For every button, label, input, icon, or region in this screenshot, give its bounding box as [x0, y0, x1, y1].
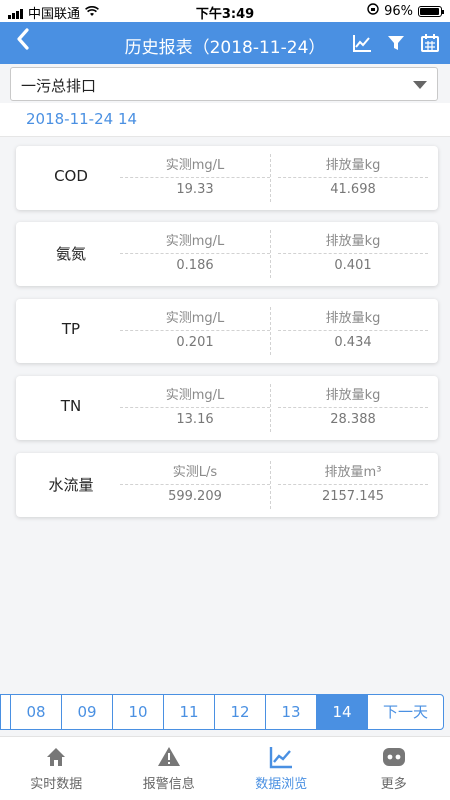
dashed-rule: [278, 330, 428, 331]
column-divider: [270, 307, 271, 355]
battery-icon: [418, 5, 444, 17]
date-row: 2018-11-24 14: [0, 103, 450, 137]
emission-label: 排放量kg: [325, 311, 381, 326]
emission-value: 2157.145: [321, 489, 385, 504]
metric-card: COD 实测mg/L 19.33 排放量kg 41.698: [16, 146, 438, 210]
filter-icon[interactable]: [386, 33, 406, 53]
pager-hour[interactable]: 09: [62, 695, 113, 729]
home-icon: [44, 745, 68, 769]
tab-realtime-data[interactable]: 实时数据: [0, 737, 113, 800]
outlet-select[interactable]: 一污总排口: [10, 67, 438, 101]
tab-label: 更多: [380, 777, 407, 792]
emission-value: 0.434: [334, 335, 372, 350]
tab-label: 报警信息: [142, 777, 195, 792]
pager-hour[interactable]: 10: [113, 695, 164, 729]
battery-fill: [420, 7, 440, 15]
tab-label: 数据浏览: [255, 777, 308, 792]
pager-hour[interactable]: 12: [215, 695, 266, 729]
trend-chart-icon[interactable]: [352, 33, 372, 53]
pager-hour[interactable]: 08: [11, 695, 62, 729]
emission-label: 排放量kg: [325, 158, 381, 173]
measured-value: 599.209: [168, 489, 222, 504]
measured-value: 0.186: [176, 258, 214, 273]
metric-name: TP: [61, 320, 81, 338]
measured-column: 实测L/s 599.209: [120, 461, 270, 509]
metric-name: TN: [60, 397, 82, 415]
pager-hour[interactable]: 11: [164, 695, 215, 729]
metric-name: 氨氮: [55, 245, 86, 263]
dashed-rule: [278, 407, 428, 408]
measured-label: 实测mg/L: [165, 234, 225, 249]
warning-icon: [157, 745, 181, 769]
tab-data-browse[interactable]: 数据浏览: [225, 737, 338, 800]
rotation-lock-icon: [367, 3, 379, 19]
emission-column: 排放量kg 28.388: [278, 384, 428, 432]
dashed-rule: [120, 330, 270, 331]
emission-column: 排放量kg 0.401: [278, 230, 428, 278]
dashed-rule: [120, 177, 270, 178]
battery-percent: 96%: [384, 3, 413, 19]
column-divider: [270, 154, 271, 202]
dashed-rule: [120, 253, 270, 254]
tab-alarm-info[interactable]: 报警信息: [113, 737, 226, 800]
metric-card: 氨氮 实测mg/L 0.186 排放量kg 0.401: [16, 222, 438, 286]
pager-hour-active[interactable]: 14: [317, 695, 368, 729]
dashed-rule: [278, 177, 428, 178]
measured-value: 0.201: [176, 335, 214, 350]
column-divider: [270, 384, 271, 432]
emission-label: 排放量m³: [324, 465, 382, 480]
pager-hour[interactable]: 13: [266, 695, 317, 729]
emission-column: 排放量m³ 2157.145: [278, 461, 428, 509]
metric-card: TP 实测mg/L 0.201 排放量kg 0.434: [16, 299, 438, 363]
metric-card: 水流量 实测L/s 599.209 排放量m³ 2157.145: [16, 453, 438, 517]
column-divider: [270, 461, 271, 509]
column-divider: [270, 230, 271, 278]
measured-column: 实测mg/L 13.16: [120, 384, 270, 432]
emission-label: 排放量kg: [325, 234, 381, 249]
pager-overflow[interactable]: [1, 695, 11, 729]
measured-column: 实测mg/L 19.33: [120, 154, 270, 202]
status-right: 96%: [367, 3, 444, 19]
measured-column: 实测mg/L 0.186: [120, 230, 270, 278]
emission-value: 28.388: [330, 412, 376, 427]
measured-label: 实测mg/L: [165, 311, 225, 326]
metric-name: COD: [54, 167, 88, 185]
emission-value: 41.698: [330, 182, 376, 197]
calendar-icon[interactable]: [420, 33, 440, 53]
tab-label: 实时数据: [30, 777, 83, 792]
more-icon: [382, 745, 406, 769]
dashed-rule: [120, 407, 270, 408]
chart-icon: [269, 745, 293, 769]
measured-value: 13.16: [176, 412, 214, 427]
measured-label: 实测mg/L: [165, 388, 225, 403]
hour-pager: 08 09 10 11 12 13 14 下一天: [0, 694, 444, 730]
chevron-down-icon: [413, 81, 427, 89]
metric-card: TN 实测mg/L 13.16 排放量kg 28.388: [16, 376, 438, 440]
status-bar: 中国联通 下午3:49 96%: [0, 0, 450, 22]
measured-label: 实测mg/L: [165, 158, 225, 173]
measured-value: 19.33: [176, 182, 214, 197]
metric-name: 水流量: [48, 476, 94, 494]
nav-actions: [352, 33, 440, 53]
nav-bar: 历史报表（2018-11-24）: [0, 22, 450, 64]
emission-column: 排放量kg 41.698: [278, 154, 428, 202]
outlet-select-value: 一污总排口: [21, 77, 97, 95]
dashed-rule: [278, 253, 428, 254]
emission-value: 0.401: [334, 258, 372, 273]
tab-more[interactable]: 更多: [338, 737, 450, 800]
emission-label: 排放量kg: [325, 388, 381, 403]
measured-column: 实测mg/L 0.201: [120, 307, 270, 355]
dashed-rule: [120, 484, 270, 485]
bottom-tab-bar: 实时数据 报警信息 数据浏览 更多: [0, 736, 450, 800]
measured-label: 实测L/s: [172, 465, 218, 480]
emission-column: 排放量kg 0.434: [278, 307, 428, 355]
dashed-rule: [278, 484, 428, 485]
date-hour-label: 2018-11-24 14: [26, 110, 138, 128]
next-day-button[interactable]: 下一天: [368, 695, 443, 729]
